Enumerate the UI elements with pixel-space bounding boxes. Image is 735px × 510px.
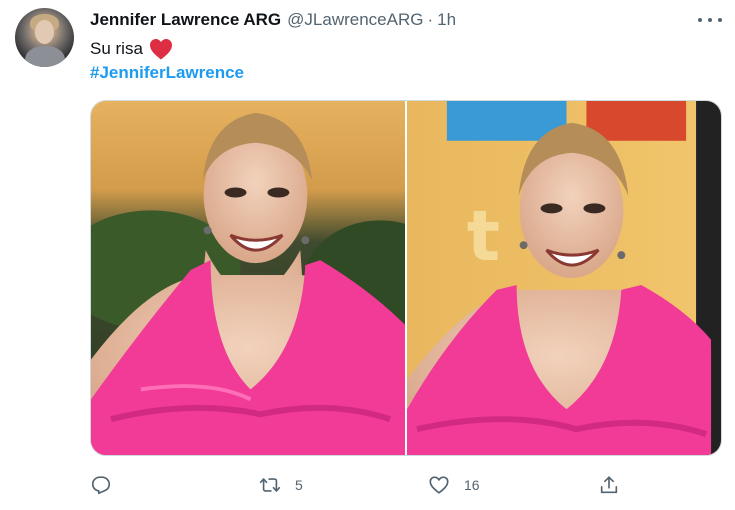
tweet-time[interactable]: 1h	[437, 10, 456, 30]
retweet-icon	[259, 478, 281, 492]
avatar-face-shape	[35, 20, 54, 44]
author-handle[interactable]: @JLawrenceARG	[287, 10, 423, 30]
share-icon	[600, 476, 618, 494]
tweet[interactable]: Jennifer Lawrence ARG @JLawrenceARG · 1h…	[0, 0, 735, 510]
avatar[interactable]	[15, 8, 74, 67]
svg-text:t: t	[467, 196, 500, 277]
share-button[interactable]	[598, 470, 620, 500]
action-bar: 5 16	[0, 470, 735, 500]
like-icon	[429, 476, 449, 494]
reply-icon	[91, 476, 111, 495]
photo-right[interactable]: t	[407, 101, 721, 455]
header-separator: ·	[427, 10, 434, 29]
tweet-header: Jennifer Lawrence ARG @JLawrenceARG · 1h	[90, 9, 456, 31]
media-grid: t	[90, 100, 722, 456]
reply-button[interactable]	[90, 470, 112, 500]
author-name[interactable]: Jennifer Lawrence ARG	[90, 10, 281, 30]
avatar-body-shape	[25, 46, 65, 67]
hashtag-link[interactable]: #JenniferLawrence	[90, 63, 244, 83]
tweet-text-content: Su risa	[90, 39, 143, 58]
photo-left-image	[91, 101, 405, 455]
heart-emoji	[149, 39, 172, 60]
photo-left[interactable]	[91, 101, 405, 455]
retweet-count: 5	[295, 477, 303, 493]
tweet-text: Su risa	[90, 37, 173, 61]
retweet-button[interactable]: 5	[259, 470, 303, 500]
like-button[interactable]: 16	[428, 470, 480, 500]
like-count: 16	[464, 477, 480, 493]
more-icon[interactable]	[698, 12, 722, 28]
photo-right-image: t	[407, 101, 721, 455]
